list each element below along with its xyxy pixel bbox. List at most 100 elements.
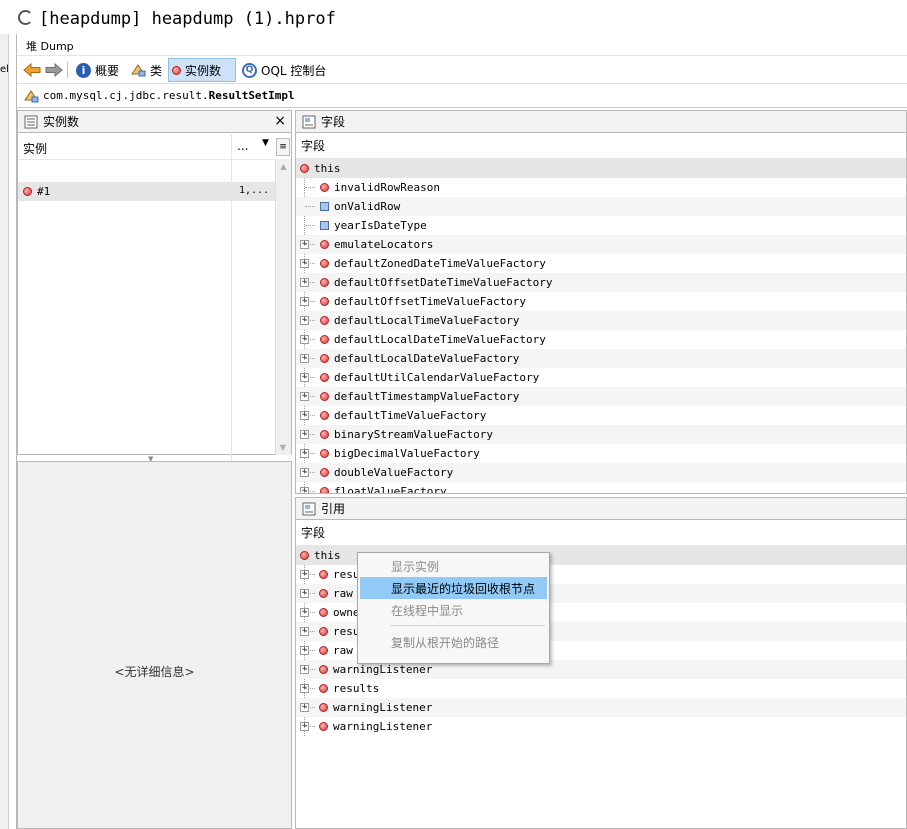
tree-row[interactable]: + defaultLocalDateValueFactory [296,349,906,368]
forward-button[interactable] [42,58,66,82]
oql-label: OQL 控制台 [261,63,327,78]
col-instance[interactable]: 实例 [23,140,47,157]
tree-row[interactable]: + defaultOffsetTimeValueFactory [296,292,906,311]
instances-button[interactable]: 实例数 [168,58,236,82]
tree-item-label: defaultTimeValueFactory [334,409,487,422]
tree-row[interactable]: yearIsDateType [296,216,906,235]
tree-item-label: defaultLocalTimeValueFactory [334,314,520,327]
object-icon [320,183,329,192]
forward-arrow-icon [45,62,63,78]
scroll-up-icon[interactable]: ▲ [276,162,291,171]
tree-branch-line [305,396,315,397]
tree-row[interactable]: invalidRowReason [296,178,906,197]
instance-row[interactable]: #1 1,... [18,182,275,201]
tree-root-label: this [314,549,341,562]
fields-pane: 字段 字段 this invalidRowReason onValidRow year… [295,110,907,494]
object-icon [320,354,329,363]
tree-row[interactable]: + defaultZonedDateTimeValueFactory [296,254,906,273]
tree-branch-line [305,707,315,708]
detail-pane: <无详细信息> [17,461,292,829]
sort-desc-icon[interactable]: ▼ [262,138,269,148]
tree-item-label: defaultLocalDateValueFactory [334,352,520,365]
loading-spinner-icon [18,10,33,25]
instance-id: #1 [37,185,51,198]
tree-row[interactable]: + binaryStreamValueFactory [296,425,906,444]
tree-row[interactable]: onValidRow [296,197,906,216]
tree-branch-line [305,415,315,416]
col-size[interactable]: ... [237,139,248,153]
oql-console-button[interactable]: Q OQL 控制台 [239,58,329,82]
menu-separator [390,625,545,626]
object-icon [320,430,329,439]
instances-pane: 实例数 × 实例 ... ▼ ≡ #1 1,... ▲ ▼ [17,110,292,478]
tree-row[interactable]: + floatValueFactory [296,482,906,494]
dump-tab-label[interactable]: 堆 Dump [26,38,74,54]
tree-branch-line [305,339,315,340]
tree-row[interactable]: + defaultOffsetDateTimeValueFactory [296,273,906,292]
tree-item-label: raw [333,587,353,600]
context-menu: 显示实例 显示最近的垃圾回收根节点 在线程中显示 复制从根开始的路径 [357,552,550,664]
tree-item-label: bigDecimalValueFactory [334,447,480,460]
tree-item-label: yearIsDateType [334,219,427,232]
tree-branch-line [305,726,315,727]
object-icon [320,335,329,344]
summary-button[interactable]: i 概要 [73,58,122,82]
oql-icon: Q [242,62,257,78]
menu-item-show-in-threads[interactable]: 在线程中显示 [360,599,547,621]
object-icon [320,487,329,493]
tree-root-row[interactable]: this [296,159,906,178]
tree-row[interactable]: + defaultLocalTimeValueFactory [296,311,906,330]
object-icon [320,392,329,401]
object-icon [320,297,329,306]
tree-branch-line [305,574,315,575]
heapdump-window: el [heapdump] heapdump (1).hprof 堆 Dump … [0,0,907,829]
instances-label: 实例数 [185,63,222,78]
tree-row[interactable]: + warningListener [296,698,906,717]
tree-branch-line [305,491,315,492]
back-arrow-icon [23,62,41,78]
object-icon [320,449,329,458]
tree-branch-line [305,669,315,670]
tree-branch-line [305,434,315,435]
tree-row[interactable]: + defaultLocalDateTimeValueFactory [296,330,906,349]
tree-row[interactable]: + defaultTimestampValueFactory [296,387,906,406]
tree-branch-line [305,225,315,226]
object-icon [320,316,329,325]
tree-item-label: defaultOffsetDateTimeValueFactory [334,276,553,289]
tree-item-label: doubleValueFactory [334,466,454,479]
tree-branch-line [305,688,315,689]
close-icon[interactable]: × [274,113,286,129]
menu-item-copy-path-from-root[interactable]: 复制从根开始的路径 [360,631,547,653]
tree-item-label: floatValueFactory [334,485,447,494]
classes-button[interactable]: 类 [127,58,165,82]
tree-item-label: resu [333,568,360,581]
instances-scrollbar[interactable]: ▲ ▼ [275,159,291,455]
class-name: ResultSetImpl [208,89,295,102]
tree-row[interactable]: + defaultTimeValueFactory [296,406,906,425]
tree-branch-line [305,320,315,321]
references-column-header[interactable]: 字段 [296,520,906,546]
class-path-bar: com.mysql.cj.jdbc.result.ResultSetImpl [17,84,907,108]
tree-row[interactable]: + bigDecimalValueFactory [296,444,906,463]
tree-item-label: binaryStreamValueFactory [334,428,493,441]
column-chooser-icon[interactable]: ≡ [276,138,290,156]
no-detail-text: <无详细信息> [114,665,195,679]
tree-item-label: onValidRow [334,200,401,213]
tree-branch-line [305,377,315,378]
object-icon [319,608,328,617]
tree-row[interactable]: + defaultUtilCalendarValueFactory [296,368,906,387]
tree-row[interactable]: + emulateLocators [296,235,906,254]
menu-item-show-instance[interactable]: 显示实例 [360,555,547,577]
primitive-field-icon [320,202,329,211]
fields-column-header[interactable]: 字段 [296,133,906,159]
tree-branch-line [305,282,315,283]
tree-row[interactable]: + doubleValueFactory [296,463,906,482]
back-button[interactable] [20,58,44,82]
scroll-down-icon[interactable]: ▼ [276,443,290,452]
tree-row[interactable]: + results [296,679,906,698]
menu-item-show-nearest-gc-root[interactable]: 显示最近的垃圾回收根节点 [360,577,547,599]
tree-branch-line [305,650,315,651]
tree-root-label: this [314,162,341,175]
tree-row[interactable]: + warningListener [296,717,906,736]
primitive-field-icon [320,221,329,230]
